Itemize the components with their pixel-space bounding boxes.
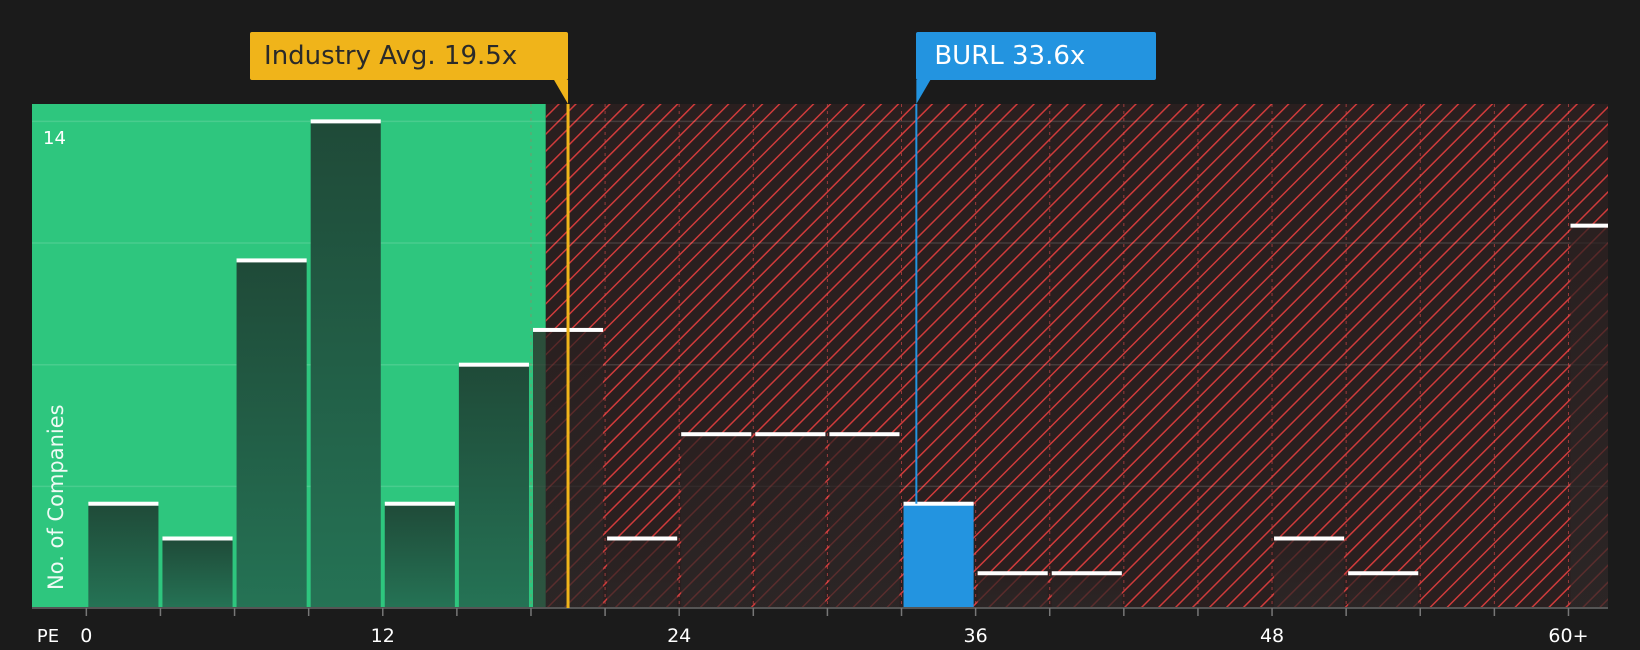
histogram-bar xyxy=(977,573,1048,608)
x-axis-tick-labels: 0 12 24 36 48 60+ xyxy=(80,625,1588,647)
x-axis-ticks xyxy=(85,608,1570,616)
bar-top-cap xyxy=(755,432,826,437)
histogram-bar xyxy=(310,121,381,609)
company-pe-callout: BURL 33.6x xyxy=(916,32,1157,80)
x-tick-label: 48 xyxy=(1260,625,1284,647)
histogram-bar xyxy=(1570,225,1608,609)
bar-top-cap xyxy=(1570,223,1608,228)
histogram-bar xyxy=(1051,573,1122,608)
industry-avg-callout: Industry Avg. 19.5x xyxy=(250,32,569,80)
histogram-bar xyxy=(458,364,529,608)
bar-top-cap xyxy=(162,536,233,541)
company-pointer xyxy=(916,80,931,104)
pe-distribution-chart: 0 12 24 36 48 60+ PE No. of Companies 14 Indu… xyxy=(0,0,1640,650)
histogram-bar xyxy=(1274,538,1345,608)
bar-top-cap xyxy=(88,501,159,506)
histogram-bar xyxy=(88,503,159,608)
bar-top-cap xyxy=(1274,536,1345,541)
bar-top-cap xyxy=(458,362,529,367)
histogram-bar xyxy=(162,538,233,608)
x-axis-label: PE xyxy=(37,626,59,647)
bar-top-cap xyxy=(903,501,974,506)
histogram-bar xyxy=(681,434,752,608)
bar-top-cap xyxy=(977,571,1048,576)
x-tick-label: 12 xyxy=(371,625,395,647)
x-tick-label: 0 xyxy=(80,625,92,647)
bar-top-cap xyxy=(829,432,900,437)
bar-top-cap xyxy=(1051,571,1122,576)
histogram-bar xyxy=(903,503,974,608)
histogram-bar xyxy=(236,260,307,608)
histogram-bar xyxy=(607,538,678,608)
x-tick-label: 60+ xyxy=(1548,625,1588,647)
histogram-bar xyxy=(384,503,455,608)
chart-canvas: 0 12 24 36 48 60+ PE No. of Companies 14 xyxy=(32,80,1608,647)
industry-avg-pointer xyxy=(554,80,569,104)
bar-top-cap xyxy=(607,536,678,541)
y-tick-label: 14 xyxy=(43,128,66,149)
bar-top-cap xyxy=(310,119,381,124)
bar-top-cap xyxy=(681,432,752,437)
x-tick-label: 36 xyxy=(964,625,988,647)
bar-top-cap xyxy=(236,258,307,263)
histogram-bar xyxy=(829,434,900,608)
bar-top-cap xyxy=(1348,571,1419,576)
x-tick-label: 24 xyxy=(667,625,691,647)
bar-top-cap xyxy=(384,501,455,506)
histogram-bar xyxy=(1348,573,1419,608)
histogram-bar xyxy=(755,434,826,608)
y-axis-label: No. of Companies xyxy=(44,404,68,590)
